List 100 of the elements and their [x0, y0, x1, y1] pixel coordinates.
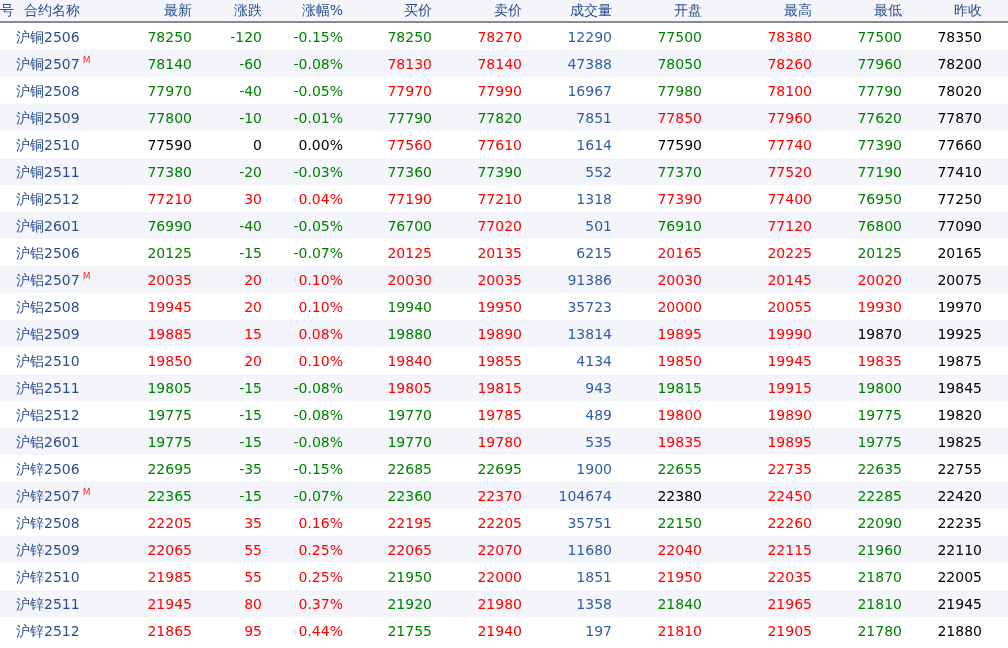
column-header[interactable]: 最高	[702, 1, 812, 19]
table-cell-text: 77800	[146, 108, 192, 127]
table-cell-text: 77400	[766, 189, 812, 208]
column-header[interactable]: 合约名称	[14, 1, 120, 19]
column-header[interactable]: 最低	[812, 1, 902, 19]
table-cell-text: 20125	[146, 243, 192, 262]
table-cell-text: -15	[238, 405, 262, 424]
table-cell-text: 22260	[766, 513, 812, 532]
table-cell-text: 77990	[476, 81, 522, 100]
table-cell-text: 77790	[856, 81, 902, 100]
table-cell-text: 22000	[476, 567, 522, 586]
table-cell-text: 19805	[386, 378, 432, 397]
table-cell-text: 19775	[146, 432, 192, 451]
table-cell-text: 15	[243, 324, 262, 343]
table-cell-text: 77740	[766, 135, 812, 154]
table-cell-text: 1318	[575, 189, 612, 208]
contract-name: 沪铝2506	[16, 243, 80, 262]
table-cell-text: 77870	[936, 108, 982, 127]
table-cell-text: 21755	[386, 621, 432, 640]
table-cell-text: 19855	[476, 351, 522, 370]
table-cell-text: 55	[243, 540, 262, 559]
table-cell-text: 19845	[936, 378, 982, 397]
table-cell-text: 77020	[476, 216, 522, 235]
column-header[interactable]: 卖价	[432, 1, 522, 19]
column-header[interactable]: 成交量	[522, 1, 612, 19]
table-cell-text: 77610	[476, 135, 522, 154]
table-cell-text: 20145	[766, 270, 812, 289]
table-cell-text: 0.16%	[297, 513, 343, 532]
table-cell-text: -10	[238, 108, 262, 127]
table-cell-text: 20	[243, 351, 262, 370]
table-cell-text: 19785	[476, 405, 522, 424]
table-cell-text: -15	[238, 432, 262, 451]
main-contract-mark: M	[82, 486, 91, 497]
table-cell-text: -0.05%	[292, 216, 343, 235]
column-header[interactable]: 买价	[343, 1, 432, 19]
contract-name: 沪锌2506	[16, 459, 80, 478]
table-cell-text: 78050	[656, 54, 702, 73]
table-cell-text: 21945	[146, 594, 192, 613]
table-cell-text: 78140	[146, 54, 192, 73]
table-cell-text: 22735	[766, 459, 812, 478]
table-cell-text: 11680	[566, 540, 612, 559]
column-header[interactable]: 昨收	[902, 1, 982, 19]
table-cell-text: 20	[243, 270, 262, 289]
contract-name: 沪锌2510	[16, 567, 80, 586]
table-cell-text: -60	[238, 54, 262, 73]
table-cell-text: 22065	[386, 540, 432, 559]
table-cell-text: 20075	[936, 270, 982, 289]
contract-name: 沪铜2508	[16, 81, 80, 100]
table-cell-text: 7851	[575, 108, 612, 127]
table-cell-text: 20030	[386, 270, 432, 289]
column-header[interactable]: 涨跌	[192, 1, 262, 19]
table-cell-text: 22755	[936, 459, 982, 478]
table-cell-text: 6215	[575, 243, 612, 262]
table-cell-text: 1614	[575, 135, 612, 154]
table-cell-text: 19770	[386, 405, 432, 424]
table-cell-text: 20225	[766, 243, 812, 262]
table-cell-text: 19775	[856, 432, 902, 451]
table-cell-text: 77980	[656, 81, 702, 100]
table-cell-text: 19990	[766, 324, 812, 343]
contract-name: 沪铜2511	[16, 162, 80, 181]
table-cell-text: 19850	[656, 351, 702, 370]
table-cell-text: 19780	[476, 432, 522, 451]
contract-name: 沪铝2511	[16, 378, 80, 397]
table-cell-text: -15	[238, 243, 262, 262]
table-cell-text: 535	[584, 432, 612, 451]
table-cell-text: -120	[229, 27, 262, 46]
table-cell-text: 19895	[766, 432, 812, 451]
table-cell-text: 19825	[936, 432, 982, 451]
table-cell-text: -0.03%	[292, 162, 343, 181]
column-header[interactable]: 开盘	[612, 1, 702, 19]
table-cell-text: 19805	[146, 378, 192, 397]
table-cell-text: 78020	[936, 81, 982, 100]
table-cell-text: 20165	[936, 243, 982, 262]
table-cell-text: 22370	[476, 486, 522, 505]
contract-name: 沪锌2509	[16, 540, 80, 559]
table-cell-text: 22695	[476, 459, 522, 478]
contract-name: 沪铝2512	[16, 405, 80, 424]
table-cell-text: 22110	[936, 540, 982, 559]
table-cell-text: 77410	[936, 162, 982, 181]
table-cell-text: 20035	[146, 270, 192, 289]
table-cell-text: 78140	[476, 54, 522, 73]
contract-name: 沪铝2601	[16, 432, 80, 451]
table-cell-text: 19870	[856, 324, 902, 343]
table-cell-text: 943	[584, 378, 612, 397]
table-cell-text: 197	[584, 621, 612, 640]
table-cell-text: 77090	[936, 216, 982, 235]
table-cell-text: 76910	[656, 216, 702, 235]
contract-name: 沪铝2508	[16, 297, 80, 316]
table-cell-text: 20125	[856, 243, 902, 262]
column-header[interactable]: 涨幅%	[262, 1, 343, 19]
column-header[interactable]: 最新	[120, 1, 192, 19]
table-cell-text: -20	[238, 162, 262, 181]
contract-name: 沪铜2506	[16, 27, 80, 46]
table-cell-text: 19800	[656, 405, 702, 424]
table-cell-text: 77210	[476, 189, 522, 208]
table-cell-text: 21920	[386, 594, 432, 613]
contract-name: 沪锌2508	[16, 513, 80, 532]
table-cell-text: -0.05%	[292, 81, 343, 100]
table-cell-text: 22205	[476, 513, 522, 532]
table-cell-text: 30	[243, 189, 262, 208]
